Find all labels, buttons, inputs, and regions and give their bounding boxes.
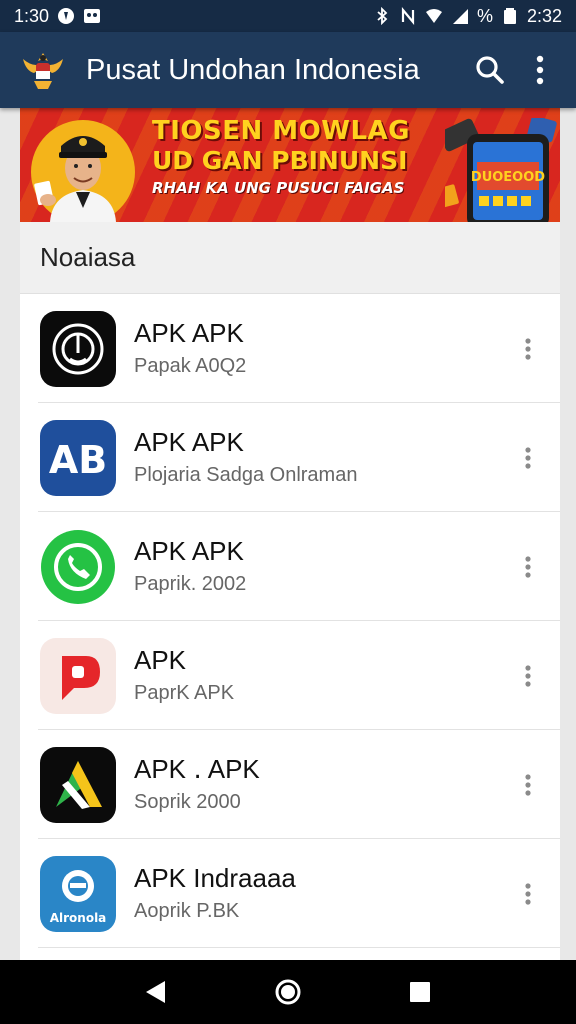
image-notification-icon [84,9,101,23]
list-item[interactable]: AB APK APK Plojaria Sadga Onlraman [20,403,560,512]
app-icon-label: Alronola [50,911,107,925]
more-vert-icon [525,446,531,469]
item-more-button[interactable] [508,319,548,379]
item-subtitle: Soprik 2000 [134,790,241,813]
garuda-logo-icon [23,53,63,89]
bluetooth-icon [377,7,388,25]
search-button[interactable] [468,48,512,92]
more-vert-icon [536,55,544,85]
blue-ab-app-icon: AB [40,419,116,496]
item-more-button[interactable] [508,864,548,924]
battery-icon [503,8,516,24]
battery-percent: % [476,5,493,26]
list-item[interactable]: Alronola APK Indraaaa Aoprik P.BK [20,839,560,948]
item-text: APK ․ APK Soprik 2000 [134,754,508,814]
more-vert-icon [525,882,531,905]
app-title: Pusat Undohan Indonesia [86,53,420,86]
green-phone-app-icon [40,528,116,605]
item-subtitle: Plojaria Sadga Onlraman [134,463,358,486]
notification-icon [58,8,75,24]
wifi-icon [425,9,442,23]
overflow-menu-button[interactable] [518,48,562,92]
black-triangle-app-icon [40,746,116,823]
red-p-app-icon [40,637,116,714]
signal-icon [452,9,468,24]
banner-phone-illustration: DUOEOOD [445,118,557,222]
promo-banner[interactable]: TIOSEN MOWLAG UD GAN PBINUNSI RHAH KA UN… [20,108,560,222]
list-item[interactable]: APK PaprK APK [20,621,560,730]
svg-text:AB: AB [49,438,107,482]
item-title: APK Indraaaa [134,863,296,894]
banner-line-3: RHAH KA UNG PUSUCI FAIGAS [152,179,405,197]
back-triangle-icon [146,981,165,1003]
nfc-icon [401,7,415,25]
list-item[interactable]: APK APK Papak A0Q2 [20,294,560,403]
item-more-button[interactable] [508,755,548,815]
item-more-button[interactable] [508,537,548,597]
list-item[interactable]: APK ․ APK Soprik 2000 [20,730,560,839]
item-more-button[interactable] [508,428,548,488]
item-subtitle: Paprik. 2002 [134,572,247,595]
item-subtitle: PaprK APK [134,681,235,704]
item-text: APK Indraaaa Aoprik P.BK [134,863,508,923]
recents-button[interactable] [396,968,444,1016]
item-text: APK APK Paprik. 2002 [134,536,508,596]
banner-phone-text: DUOEOOD [471,170,545,185]
main-content: TIOSEN MOWLAG UD GAN PBINUNSI RHAH KA UN… [20,108,560,960]
banner-line-2: UD GAN PBINUNSI [152,146,408,175]
item-title: APK [134,645,187,676]
item-title: APK APK [134,427,244,458]
app-bar: Pusat Undohan Indonesia [0,32,576,108]
status-bar: 1:30 % 2:32 [0,0,576,32]
navigation-bar [0,960,576,1024]
item-text: APK APK Papak A0Q2 [134,318,508,378]
recents-square-icon [410,982,430,1002]
item-title: APK ․ APK [134,754,260,785]
banner-headline: TIOSEN MOWLAG UD GAN PBINUNSI RHAH KA UN… [152,116,410,197]
app-list: APK APK Papak A0Q2 AB APK APK Plojaria S… [20,294,560,948]
section-header: Noaiasa [20,222,560,294]
status-time-right: 2:32 [526,5,562,26]
home-button[interactable] [264,968,312,1016]
item-title: APK APK [134,536,244,567]
item-title: APK APK [134,318,244,349]
officer-illustration [31,120,135,222]
item-text: APK PaprK APK [134,645,508,705]
back-button[interactable] [132,968,180,1016]
item-subtitle: Aoprik P.BK [134,899,240,922]
more-vert-icon [525,773,531,796]
more-vert-icon [525,664,531,687]
list-item[interactable]: APK APK Paprik. 2002 [20,512,560,621]
item-more-button[interactable] [508,646,548,706]
home-circle-icon [275,979,301,1005]
blue-e-app-icon: Alronola [40,855,116,932]
more-vert-icon [525,337,531,360]
black-circle-app-icon [40,310,116,387]
search-icon [476,56,504,84]
status-time-left: 1:30 [14,5,50,26]
item-subtitle: Papak A0Q2 [134,354,247,377]
more-vert-icon [525,555,531,578]
banner-line-1: TIOSEN MOWLAG [152,116,410,146]
item-text: APK APK Plojaria Sadga Onlraman [134,427,508,487]
